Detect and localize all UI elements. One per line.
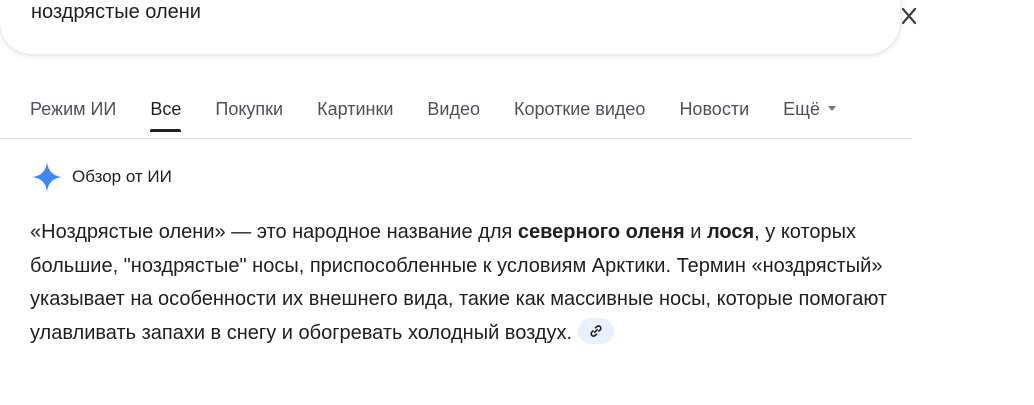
tab-label: Видео <box>427 99 480 119</box>
tab-label: Ещё <box>783 99 820 119</box>
tab-label: Все <box>150 99 182 119</box>
tab-label: Покупки <box>215 99 284 119</box>
tab-short-videos[interactable]: Короткие видео <box>514 96 645 132</box>
right-margin <box>912 0 1034 405</box>
tabs-divider <box>0 138 912 139</box>
close-icon[interactable] <box>897 4 921 28</box>
answer-bold-term: северного оленя <box>517 221 685 243</box>
tab-label: Картинки <box>317 99 394 119</box>
answer-bold-term: лося <box>706 221 755 243</box>
search-input[interactable]: ноздрястые олени <box>31 0 201 25</box>
tab-videos[interactable]: Видео <box>427 96 480 132</box>
ai-overview-header: Обзор от ИИ <box>30 160 172 194</box>
tab-label: Режим ИИ <box>30 99 117 119</box>
search-box[interactable]: ноздрястые олени <box>0 0 900 54</box>
gemini-sparkle-icon <box>32 162 62 192</box>
answer-text: и <box>684 221 707 243</box>
ai-overview-title: Обзор от ИИ <box>72 167 172 186</box>
link-icon <box>590 325 602 338</box>
tab-images[interactable]: Картинки <box>317 96 393 132</box>
tab-news[interactable]: Новости <box>679 96 749 132</box>
ai-overview-text: «Ноздрястые олени» — это народное назван… <box>30 216 890 350</box>
caret-down-icon <box>827 105 836 111</box>
search-results-page: ноздрястые олени Режим ИИ Все Покупки Ка… <box>0 0 1034 405</box>
tab-all[interactable]: Все <box>150 96 182 132</box>
answer-text: «Ноздрястые олени» — это народное назван… <box>30 221 518 243</box>
tab-label: Короткие видео <box>513 99 646 119</box>
tab-more[interactable]: Ещё <box>783 96 836 132</box>
tab-shopping[interactable]: Покупки <box>215 96 283 132</box>
search-tabs: Режим ИИ Все Покупки Картинки Видео Коро… <box>30 96 870 138</box>
tab-label: Новости <box>679 99 750 119</box>
source-link-chip[interactable] <box>578 318 615 345</box>
tab-ai-mode[interactable]: Режим ИИ <box>30 96 116 132</box>
